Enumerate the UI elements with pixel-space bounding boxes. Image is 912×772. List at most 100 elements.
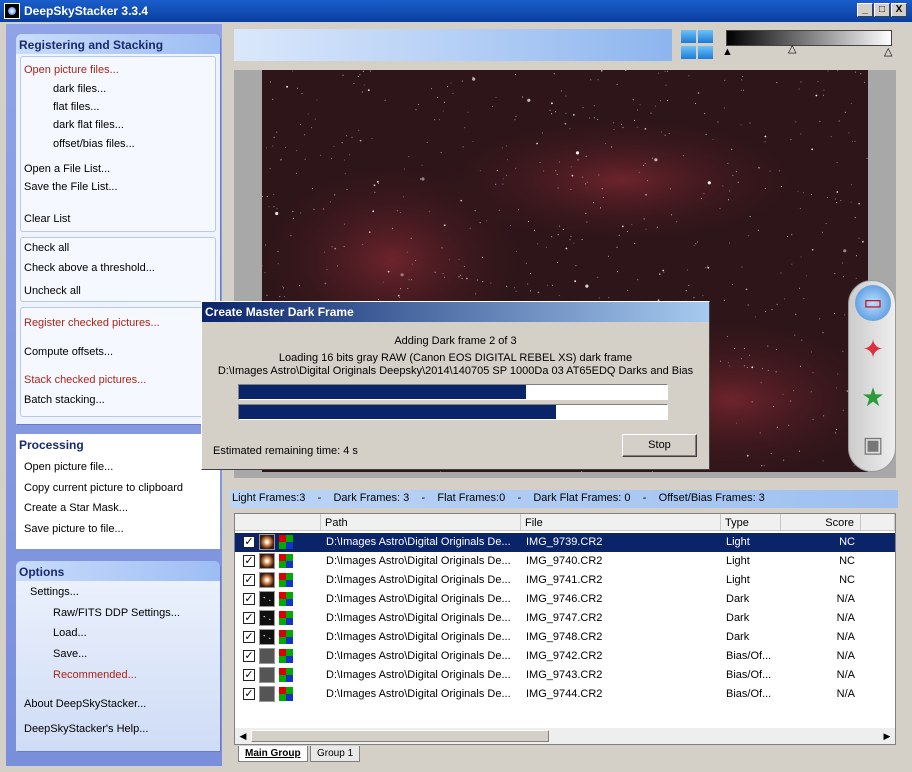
settings-link[interactable]: Settings... (30, 586, 79, 598)
table-row[interactable]: ✓ D:\Images Astro\Digital Originals De...… (235, 666, 895, 685)
raw-fits-settings-link[interactable]: Raw/FITS DDP Settings... (53, 607, 180, 619)
header-extra[interactable] (861, 514, 895, 531)
frame-thumbnail (259, 572, 275, 588)
minimize-button[interactable]: _ (857, 3, 873, 17)
horizontal-scrollbar[interactable]: ◀ ▶ (235, 728, 895, 744)
save-file-list-link[interactable]: Save the File List... (24, 181, 118, 193)
header-path[interactable]: Path (321, 514, 521, 531)
bayer-pattern-icon (279, 649, 293, 663)
cell-score: N/A (836, 593, 855, 605)
scroll-right-icon[interactable]: ▶ (880, 729, 894, 743)
cell-path: D:\Images Astro\Digital Originals De... (326, 631, 511, 643)
white-point-handle[interactable]: △ (884, 47, 892, 58)
cell-file: IMG_9743.CR2 (526, 669, 603, 681)
help-link[interactable]: DeepSkyStacker's Help... (24, 723, 148, 735)
midtone-handle[interactable]: △ (788, 44, 796, 55)
cell-path: D:\Images Astro\Digital Originals De... (326, 574, 511, 586)
open-picture-files-link[interactable]: Open picture files... (24, 64, 119, 76)
table-row[interactable]: ✓ D:\Images Astro\Digital Originals De...… (235, 571, 895, 590)
cell-path: D:\Images Astro\Digital Originals De... (326, 612, 511, 624)
table-row[interactable]: ✓ D:\Images Astro\Digital Originals De...… (235, 552, 895, 571)
about-link[interactable]: About DeepSkyStacker... (24, 698, 146, 710)
cell-path: D:\Images Astro\Digital Originals De... (326, 555, 511, 567)
flat-files-link[interactable]: flat files... (53, 101, 99, 113)
table-row[interactable]: ✓ D:\Images Astro\Digital Originals De...… (235, 628, 895, 647)
frame-thumbnail (259, 648, 275, 664)
table-row[interactable]: ✓ D:\Images Astro\Digital Originals De...… (235, 685, 895, 704)
histogram-gradient-slider[interactable] (726, 30, 892, 46)
tab-main-group[interactable]: Main Group (238, 746, 308, 762)
row-checkbox[interactable]: ✓ (243, 688, 255, 700)
row-checkbox[interactable]: ✓ (243, 555, 255, 567)
check-threshold-link[interactable]: Check above a threshold... (24, 262, 155, 274)
table-row[interactable]: ✓ D:\Images Astro\Digital Originals De...… (235, 590, 895, 609)
open-file-list-link[interactable]: Open a File List... (24, 163, 110, 175)
cell-path: D:\Images Astro\Digital Originals De... (326, 650, 511, 662)
bayer-pattern-icon (279, 611, 293, 625)
black-point-handle[interactable]: ▲ (722, 47, 733, 58)
cell-type: Dark (726, 612, 750, 624)
row-checkbox[interactable]: ✓ (243, 593, 255, 605)
load-settings-link[interactable]: Load... (53, 627, 87, 639)
recommended-settings-link[interactable]: Recommended... (53, 669, 137, 681)
save-picture-link[interactable]: Save picture to file... (24, 523, 124, 535)
cell-type: Bias/Of... (726, 669, 772, 681)
bayer-pattern-icon (279, 630, 293, 644)
frame-thumbnail (259, 629, 275, 645)
register-checked-link[interactable]: Register checked pictures... (24, 317, 160, 329)
dialog-title: Create Master Dark Frame (202, 302, 709, 322)
four-pane-icon[interactable] (681, 30, 715, 60)
frame-thumbnail (259, 534, 275, 550)
row-checkbox[interactable]: ✓ (243, 612, 255, 624)
scroll-left-icon[interactable]: ◀ (236, 729, 250, 743)
comet-icon[interactable]: ★ (855, 379, 891, 415)
uncheck-all-link[interactable]: Uncheck all (24, 285, 81, 297)
row-checkbox[interactable]: ✓ (243, 631, 255, 643)
star-mask-link[interactable]: Create a Star Mask... (24, 502, 128, 514)
file-list[interactable]: Path File Type Score ✓ D:\Images Astro\Di… (234, 513, 896, 745)
progress-fill-2 (239, 405, 556, 419)
select-rect-icon[interactable]: ▭ (855, 285, 891, 321)
tab-group-1[interactable]: Group 1 (310, 746, 361, 762)
cell-path: D:\Images Astro\Digital Originals De... (326, 688, 511, 700)
progress-dialog: Create Master Dark Frame Adding Dark fra… (201, 301, 710, 470)
row-checkbox[interactable]: ✓ (243, 536, 255, 548)
batch-stacking-link[interactable]: Batch stacking... (24, 394, 105, 406)
save-icon[interactable]: ▣ (855, 427, 891, 463)
header-check[interactable] (235, 514, 321, 531)
cell-score: NC (839, 536, 855, 548)
table-row[interactable]: ✓ D:\Images Astro\Digital Originals De...… (235, 533, 895, 552)
save-settings-link[interactable]: Save... (53, 648, 87, 660)
close-button[interactable]: X (891, 3, 907, 17)
row-checkbox[interactable]: ✓ (243, 574, 255, 586)
dark-flat-files-link[interactable]: dark flat files... (53, 119, 124, 131)
offset-bias-files-link[interactable]: offset/bias files... (53, 138, 135, 150)
star-edit-icon[interactable]: ✦ (855, 331, 891, 367)
cell-score: N/A (836, 669, 855, 681)
header-file[interactable]: File (521, 514, 721, 531)
table-row[interactable]: ✓ D:\Images Astro\Digital Originals De...… (235, 609, 895, 628)
processing-panel: Processing Open picture file... Copy cur… (16, 434, 220, 549)
row-checkbox[interactable]: ✓ (243, 650, 255, 662)
copy-clipboard-link[interactable]: Copy current picture to clipboard (24, 482, 183, 494)
clear-list-link[interactable]: Clear List (24, 213, 70, 225)
table-row[interactable]: ✓ D:\Images Astro\Digital Originals De...… (235, 647, 895, 666)
dark-files-link[interactable]: dark files... (53, 83, 106, 95)
open-picture-file-link[interactable]: Open picture file... (24, 461, 113, 473)
compute-offsets-link[interactable]: Compute offsets... (24, 346, 113, 358)
header-score[interactable]: Score (781, 514, 861, 531)
header-strip (234, 29, 672, 61)
frame-thumbnail (259, 610, 275, 626)
edit-toolbar: ▭ ✦ ★ ▣ (848, 280, 896, 472)
cell-type: Light (726, 555, 750, 567)
row-checkbox[interactable]: ✓ (243, 669, 255, 681)
remaining-time: Estimated remaining time: 4 s (213, 445, 358, 457)
header-type[interactable]: Type (721, 514, 781, 531)
stack-checked-link[interactable]: Stack checked pictures... (24, 374, 146, 386)
window-title: DeepSkyStacker 3.3.4 (24, 4, 149, 18)
cell-file: IMG_9748.CR2 (526, 631, 603, 643)
scrollbar-thumb[interactable] (251, 730, 549, 742)
check-all-link[interactable]: Check all (24, 242, 69, 254)
stop-button[interactable]: Stop (622, 434, 697, 457)
maximize-button[interactable]: □ (874, 3, 890, 17)
